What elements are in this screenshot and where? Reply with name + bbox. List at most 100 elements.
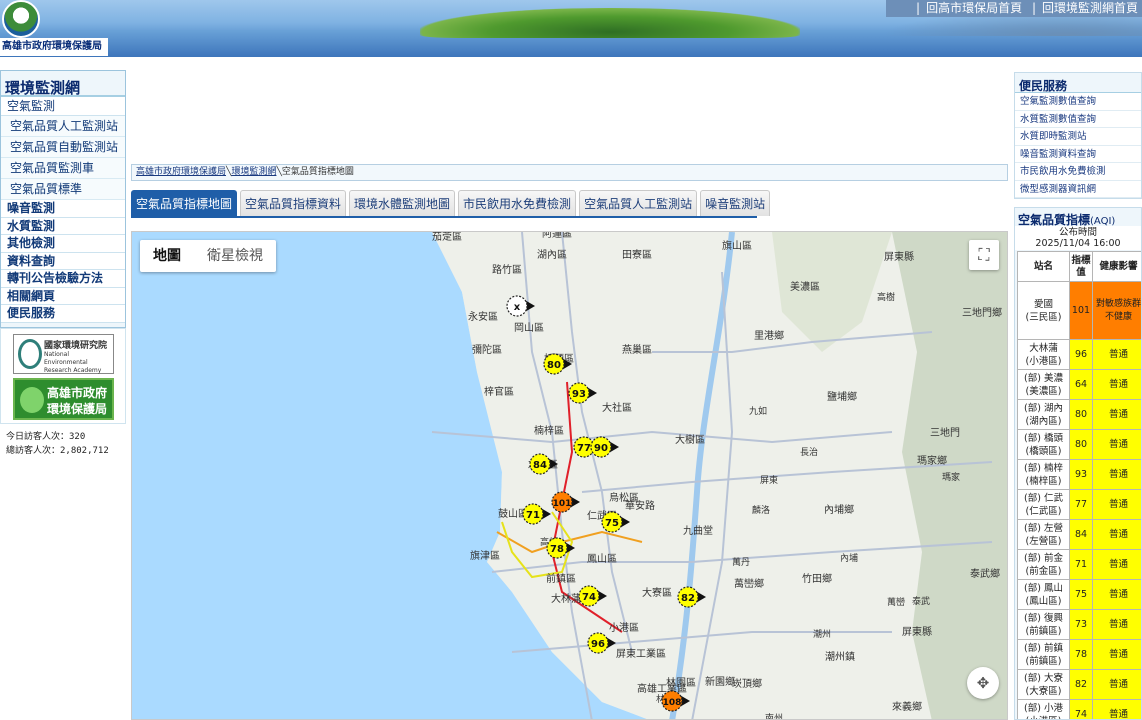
row-station[interactable]: (部) 復興 (前鎮區) bbox=[1017, 609, 1070, 640]
row-station-district: (仁武區) bbox=[1025, 505, 1062, 517]
nav-other-testing[interactable]: 其他檢測 bbox=[1, 235, 125, 253]
nav-air-manual-stations[interactable]: 空氣品質人工監測站 bbox=[1, 116, 125, 137]
row-station[interactable]: 愛國 (三民區) bbox=[1017, 281, 1070, 340]
row-station[interactable]: (部) 前金 (前金區) bbox=[1017, 549, 1070, 580]
nav-air-monitor-vehicle[interactable]: 空氣品質監測車 bbox=[1, 158, 125, 179]
row-health-impact: 普通 bbox=[1092, 639, 1141, 670]
service-water-query[interactable]: 水質監測數值查詢 bbox=[1015, 110, 1141, 128]
aqi-table-row[interactable]: (部) 大寮 (大寮區) 82 普通 bbox=[1017, 669, 1141, 700]
aqi-table-row[interactable]: (部) 橋頭 (橋頭區) 80 普通 bbox=[1017, 429, 1141, 460]
breadcrumb-epb[interactable]: 高雄市政府環境保護局 bbox=[136, 167, 226, 177]
row-station[interactable]: (部) 橋頭 (橋頭區) bbox=[1017, 429, 1070, 460]
aqi-table-row[interactable]: (部) 楠梓 (楠梓區) 93 普通 bbox=[1017, 459, 1141, 490]
tab-aqi-data[interactable]: 空氣品質指標資料 bbox=[240, 190, 347, 216]
service-micro-sensor[interactable]: 微型感測器資訊網 bbox=[1015, 180, 1141, 198]
service-water-realtime[interactable]: 水質即時監測站 bbox=[1015, 128, 1141, 146]
nav-data-query[interactable]: 資料查詢 bbox=[1, 252, 125, 270]
row-station[interactable]: (部) 楠梓 (楠梓區) bbox=[1017, 459, 1070, 490]
nav-noise-monitoring[interactable]: 噪音監測 bbox=[1, 200, 125, 218]
row-station[interactable]: (部) 鳳山 (鳳山區) bbox=[1017, 579, 1070, 610]
row-aqi-value: 80 bbox=[1069, 429, 1093, 460]
nav-air-auto-stations[interactable]: 空氣品質自動監測站 bbox=[1, 137, 125, 158]
place-label: 三地門鄉 bbox=[962, 306, 1002, 319]
camera-control-icon[interactable]: ✥ bbox=[967, 667, 999, 699]
aqi-map[interactable]: 茄萣區 阿蓮區 旗山區 田寮區 湖內區 路竹區 永安區 岡山區 燕巢區 美濃區 屏東縣 彌陀區 里港鄉高… bbox=[131, 231, 1008, 720]
nav-test-methods[interactable]: 轉刊公告檢驗方法 bbox=[1, 270, 125, 288]
place-label: 內埔 bbox=[840, 552, 858, 564]
row-health-impact: 普通 bbox=[1092, 339, 1141, 370]
place-label: 九曲堂 bbox=[683, 525, 713, 537]
station-aqi-label: 74 bbox=[582, 592, 596, 603]
site-header: 高雄市政府環境保護局 | 回高市環保局首頁 | 回環境監測網首頁 bbox=[0, 0, 1142, 57]
row-station[interactable]: (部) 仁武 (仁武區) bbox=[1017, 489, 1070, 520]
aqi-table-row[interactable]: (部) 前鎮 (前鎮區) 78 普通 bbox=[1017, 639, 1141, 670]
place-label: 岡山區 bbox=[514, 322, 544, 334]
aqi-table-row[interactable]: (部) 湖內 (湖內區) 80 普通 bbox=[1017, 399, 1141, 430]
nav-water-monitoring[interactable]: 水質監測 bbox=[1, 217, 125, 235]
nav-public-services[interactable]: 便民服務 bbox=[1, 305, 125, 323]
row-health-impact: 普通 bbox=[1092, 699, 1141, 719]
row-station-name: (部) 橋頭 bbox=[1024, 432, 1063, 444]
row-station[interactable]: (部) 大寮 (大寮區) bbox=[1017, 669, 1070, 700]
site-logo-text[interactable]: 高雄市政府環境保護局 bbox=[0, 38, 108, 56]
link-monitoring-home[interactable]: 回環境監測網首頁 bbox=[1042, 1, 1138, 15]
nav-air-standards[interactable]: 空氣品質標準 bbox=[1, 179, 125, 200]
aqi-table-row[interactable]: 愛國 (三民區) 101 對敏感族群不健康 bbox=[1017, 281, 1141, 340]
row-station[interactable]: (部) 左營 (左營區) bbox=[1017, 519, 1070, 550]
visitor-today: 今日訪客人次：320 bbox=[6, 432, 86, 442]
aqi-table-row[interactable]: (部) 前金 (前金區) 71 普通 bbox=[1017, 549, 1141, 580]
map-type-roadmap-button[interactable]: 地圖 bbox=[140, 240, 194, 272]
place-label: 鹽埔鄉 bbox=[827, 390, 857, 403]
epb-logo-button[interactable]: 高雄市政府 環境保護局 bbox=[13, 378, 114, 420]
aqi-table-row[interactable]: (部) 鳳山 (鳳山區) 75 普通 bbox=[1017, 579, 1141, 610]
nav-related-links[interactable]: 相關網頁 bbox=[1, 287, 125, 305]
tab-water-map[interactable]: 環境水體監測地圖 bbox=[349, 190, 456, 216]
service-air-query[interactable]: 空氣監測數值查詢 bbox=[1015, 93, 1141, 111]
place-label: 內埔鄉 bbox=[824, 503, 854, 516]
row-station[interactable]: (部) 前鎮 (前鎮區) bbox=[1017, 639, 1070, 670]
tab-underline bbox=[131, 216, 757, 218]
aqi-table-row[interactable]: (部) 仁武 (仁武區) 77 普通 bbox=[1017, 489, 1141, 520]
nera-logo-button[interactable]: 國家環境研究院 National Environmental Research … bbox=[13, 334, 114, 374]
row-station-district: (鳳山區) bbox=[1025, 595, 1062, 607]
tab-aqi-map[interactable]: 空氣品質指標地圖 bbox=[131, 190, 238, 216]
service-noise-query[interactable]: 噪音監測資料查詢 bbox=[1015, 145, 1141, 163]
breadcrumb-monitoring[interactable]: 環境監測網 bbox=[231, 167, 276, 177]
row-station[interactable]: (部) 美濃 (美濃區) bbox=[1017, 369, 1070, 400]
map-canvas[interactable]: 茄萣區 阿蓮區旗山區田寮區湖內區路竹區永安區岡山區燕巢區美濃區屏東縣彌陀區里港鄉高… bbox=[132, 232, 1008, 720]
left-nav-title: 環境監測網 bbox=[1, 71, 125, 97]
tab-air-manual[interactable]: 空氣品質人工監測站 bbox=[579, 190, 698, 216]
row-station-district: (前鎮區) bbox=[1025, 655, 1062, 667]
row-station-name: (部) 前鎮 bbox=[1024, 642, 1063, 654]
aqi-table-row[interactable]: (部) 復興 (前鎮區) 73 普通 bbox=[1017, 609, 1141, 640]
row-health-impact: 對敏感族群不健康 bbox=[1092, 281, 1141, 340]
place-label: 瑪家 bbox=[942, 471, 960, 483]
tab-drinking-water[interactable]: 市民飲用水免費檢測 bbox=[458, 190, 577, 216]
row-aqi-value: 77 bbox=[1069, 489, 1093, 520]
row-station-name: (部) 前金 bbox=[1024, 552, 1063, 564]
place-label: 南州 bbox=[765, 712, 783, 720]
place-label: 前鎮區 bbox=[546, 572, 576, 585]
row-station-name: (部) 仁武 bbox=[1024, 492, 1063, 504]
link-epb-home[interactable]: 回高市環保局首頁 bbox=[926, 1, 1022, 15]
tab-noise[interactable]: 噪音監測站 bbox=[700, 190, 771, 216]
aqi-table-row[interactable]: (部) 美濃 (美濃區) 64 普通 bbox=[1017, 369, 1141, 400]
map-type-control: 地圖 衛星檢視 bbox=[140, 240, 276, 272]
map-type-satellite-button[interactable]: 衛星檢視 bbox=[194, 240, 276, 272]
place-label: 潮州鎮 bbox=[825, 650, 855, 663]
aqi-panel-title-suffix: (AQI) bbox=[1090, 216, 1116, 227]
aqi-table-row[interactable]: (部) 左營 (左營區) 84 普通 bbox=[1017, 519, 1141, 550]
nav-air-monitoring[interactable]: 空氣監測 bbox=[1, 97, 125, 116]
row-station[interactable]: (部) 湖內 (湖內區) bbox=[1017, 399, 1070, 430]
epb-logo-icon[interactable] bbox=[2, 0, 40, 38]
row-station[interactable]: (部) 小港(小港區) bbox=[1017, 699, 1070, 719]
service-drinking-water[interactable]: 市民飲用水免費檢測 bbox=[1015, 163, 1141, 181]
aqi-table-row[interactable]: (部) 小港(小港區)74普通 bbox=[1017, 699, 1141, 719]
row-aqi-value: 84 bbox=[1069, 519, 1093, 550]
fullscreen-icon[interactable]: ⛶ bbox=[969, 240, 999, 270]
place-label: 屏東 bbox=[760, 474, 778, 486]
aqi-table-row[interactable]: 大林蒲 (小港區) 96 普通 bbox=[1017, 339, 1141, 370]
place-label: 小港區 bbox=[609, 622, 639, 634]
row-station[interactable]: 大林蒲 (小港區) bbox=[1017, 339, 1070, 370]
row-health-impact: 普通 bbox=[1092, 669, 1141, 700]
